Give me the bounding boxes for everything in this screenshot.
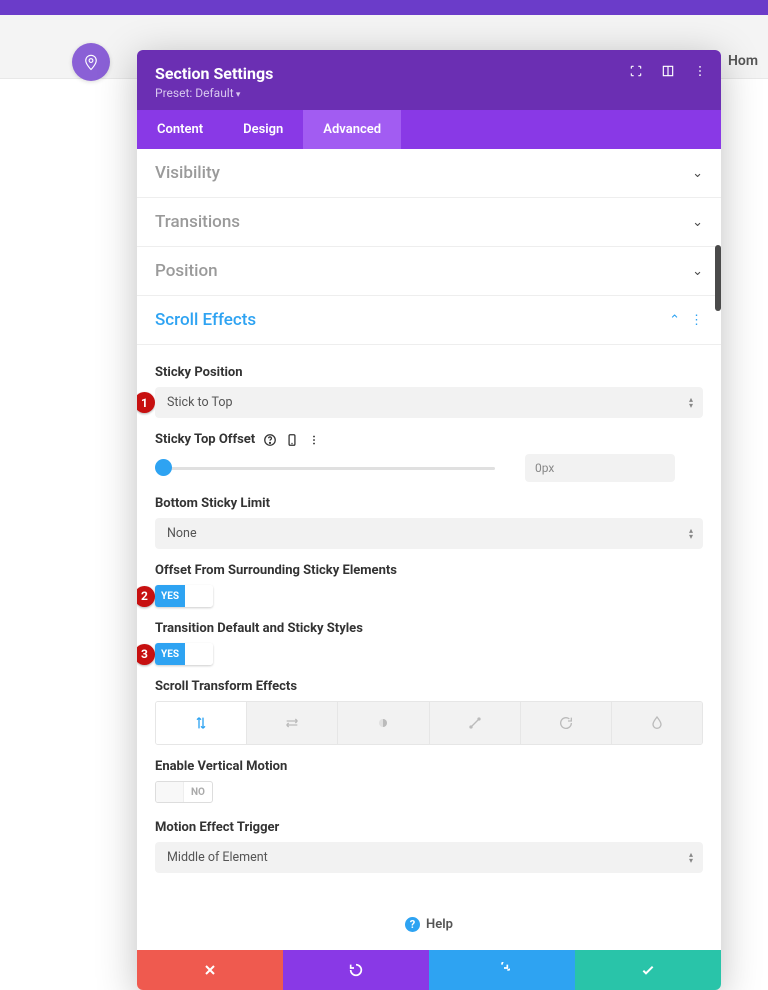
effect-tab-horizontal-motion[interactable] xyxy=(247,702,338,744)
close-icon xyxy=(202,962,218,978)
check-icon xyxy=(640,962,656,978)
accordion-label: Position xyxy=(155,261,218,281)
toggle-value: NO xyxy=(184,787,212,798)
toggle-handle xyxy=(185,643,213,665)
help-icon[interactable] xyxy=(263,433,277,447)
tabs: Content Design Advanced xyxy=(137,110,721,149)
chevron-up-icon: ⌃ xyxy=(669,313,680,328)
site-logo xyxy=(72,43,110,81)
sticky-top-offset-label: Sticky Top Offset xyxy=(155,432,703,447)
sticky-top-offset-input[interactable]: 0px xyxy=(525,454,675,482)
expand-icon[interactable] xyxy=(629,64,643,78)
toggle-value: YES xyxy=(155,643,185,665)
settings-modal: Section Settings Preset: Default Content… xyxy=(137,50,721,990)
enable-vertical-motion-toggle[interactable]: NO xyxy=(155,781,213,803)
chevron-down-icon: ⌄ xyxy=(692,166,703,181)
transition-styles-toggle[interactable]: YES xyxy=(155,643,213,665)
effect-tab-rotate[interactable] xyxy=(521,702,612,744)
sticky-position-select[interactable]: Stick to Top ▴▾ xyxy=(155,387,703,418)
accordion-visibility[interactable]: Visibility ⌄ xyxy=(137,149,721,198)
offset-surrounding-toggle[interactable]: YES xyxy=(155,585,213,607)
select-arrows-icon: ▴▾ xyxy=(689,852,693,864)
enable-vertical-label: Enable Vertical Motion xyxy=(155,759,703,774)
cancel-button[interactable] xyxy=(137,950,283,990)
bottom-sticky-limit-select[interactable]: None ▴▾ xyxy=(155,518,703,549)
redo-button[interactable] xyxy=(429,950,575,990)
accordion-position[interactable]: Position ⌄ xyxy=(137,247,721,296)
effect-tab-scale[interactable] xyxy=(430,702,521,744)
save-button[interactable] xyxy=(575,950,721,990)
accordion-label: Visibility xyxy=(155,163,220,183)
sticky-position-label: Sticky Position xyxy=(155,365,703,380)
bottom-sticky-limit-label: Bottom Sticky Limit xyxy=(155,496,703,511)
modal-title: Section Settings xyxy=(155,64,703,83)
panel-split-icon[interactable] xyxy=(661,64,675,78)
scroll-transform-label: Scroll Transform Effects xyxy=(155,679,703,694)
modal-header: Section Settings Preset: Default xyxy=(137,50,721,110)
phone-icon[interactable] xyxy=(285,433,299,447)
annotation-badge-3: 3 xyxy=(137,644,155,665)
toggle-handle xyxy=(156,782,184,802)
effect-tab-vertical-motion[interactable] xyxy=(156,702,247,744)
accordion-scroll-effects[interactable]: Scroll Effects ⌃ ⋮ xyxy=(137,296,721,345)
nav-home-link[interactable]: Hom xyxy=(728,53,758,69)
map-pin-icon xyxy=(82,53,100,71)
accordion-label: Transitions xyxy=(155,212,240,232)
motion-trigger-value: Middle of Element xyxy=(167,850,268,865)
scroll-effects-panel: Sticky Position 1 Stick to Top ▴▾ Sticky… xyxy=(137,345,721,887)
toggle-value: YES xyxy=(155,585,185,607)
tab-advanced[interactable]: Advanced xyxy=(303,110,401,149)
chevron-down-icon: ⌄ xyxy=(692,215,703,230)
kebab-menu-icon[interactable]: ⋮ xyxy=(690,313,703,328)
help-circle-icon: ? xyxy=(405,917,420,932)
motion-trigger-label: Motion Effect Trigger xyxy=(155,820,703,835)
help-text: Help xyxy=(426,917,453,932)
undo-icon xyxy=(348,962,364,978)
kebab-menu-icon[interactable] xyxy=(307,433,321,447)
toggle-handle xyxy=(185,585,213,607)
chevron-down-icon: ⌄ xyxy=(692,264,703,279)
motion-trigger-select[interactable]: Middle of Element ▴▾ xyxy=(155,842,703,873)
scrollbar-thumb[interactable] xyxy=(715,245,721,311)
slider-track xyxy=(155,467,495,470)
effect-tab-fade[interactable] xyxy=(338,702,429,744)
accordion-label: Scroll Effects xyxy=(155,310,256,330)
tab-design[interactable]: Design xyxy=(223,110,303,149)
sticky-top-offset-slider[interactable] xyxy=(155,458,495,478)
accordion-transitions[interactable]: Transitions ⌄ xyxy=(137,198,721,247)
annotation-badge-1: 1 xyxy=(137,392,155,413)
tab-content[interactable]: Content xyxy=(137,110,223,149)
offset-surrounding-label: Offset From Surrounding Sticky Elements xyxy=(155,563,703,578)
preset-selector[interactable]: Preset: Default xyxy=(155,86,703,100)
annotation-badge-2: 2 xyxy=(137,586,155,607)
slider-thumb[interactable] xyxy=(155,459,172,476)
effect-tab-blur[interactable] xyxy=(612,702,702,744)
bottom-sticky-limit-value: None xyxy=(167,526,197,541)
transition-styles-label: Transition Default and Sticky Styles xyxy=(155,621,703,636)
help-link[interactable]: ? Help xyxy=(137,887,721,950)
select-arrows-icon: ▴▾ xyxy=(689,397,693,409)
modal-header-actions xyxy=(629,64,707,78)
scroll-transform-tabs xyxy=(155,701,703,745)
page-top-band xyxy=(0,0,768,15)
modal-body: Visibility ⌄ Transitions ⌄ Position ⌄ Sc… xyxy=(137,149,721,950)
select-arrows-icon: ▴▾ xyxy=(689,528,693,540)
undo-button[interactable] xyxy=(283,950,429,990)
modal-footer xyxy=(137,950,721,990)
redo-icon xyxy=(494,962,510,978)
kebab-menu-icon[interactable] xyxy=(693,64,707,78)
sticky-position-value: Stick to Top xyxy=(167,395,233,410)
